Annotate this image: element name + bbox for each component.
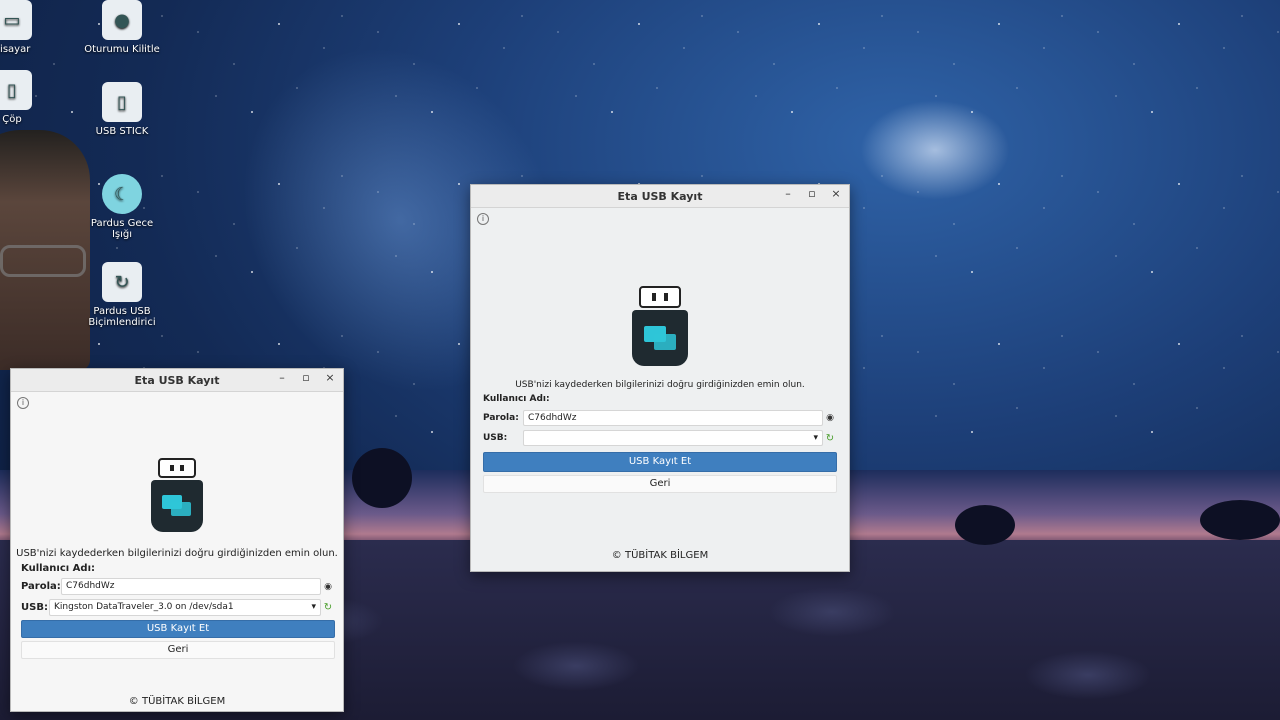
desktop-icon-night-light[interactable]: ☾ Pardus Gece Işığı xyxy=(80,174,164,240)
desktop-icon-computer[interactable]: ▭ gisayar xyxy=(0,0,54,55)
username-label: Kullanıcı Adı: xyxy=(483,394,550,404)
tree-left xyxy=(352,448,412,508)
instruction-text: USB'nizi kaydederken bilgilerinizi doğru… xyxy=(515,380,805,390)
password-field[interactable]: C76dhdWz xyxy=(523,410,823,426)
desktop-icon-label: Pardus USB Biçimlendirici xyxy=(88,306,156,328)
window-title: Eta USB Kayıt xyxy=(134,373,220,387)
desktop-icon-label: USB STICK xyxy=(95,126,149,137)
usb-label: USB: xyxy=(483,433,508,443)
trash-icon: ▯ xyxy=(0,70,32,110)
usb-dropdown[interactable]: Kingston DataTraveler_3.0 on /dev/sda1 ▾ xyxy=(49,599,321,616)
chevron-down-icon: ▾ xyxy=(813,433,818,443)
drive-icon: ▯ xyxy=(102,82,142,122)
info-icon[interactable]: i xyxy=(17,397,29,409)
desktop-icon-label: Çöp xyxy=(2,114,22,125)
glasses xyxy=(0,245,86,277)
username-label: Kullanıcı Adı: xyxy=(21,563,96,574)
usb-dropdown[interactable]: ▾ xyxy=(523,430,823,446)
usb-dropdown-value: Kingston DataTraveler_3.0 on /dev/sda1 xyxy=(54,602,234,612)
back-button[interactable]: Geri xyxy=(21,641,335,659)
eye-icon[interactable]: ◉ xyxy=(823,413,837,423)
minimize-button[interactable]: – xyxy=(275,371,289,384)
tree-right xyxy=(1200,500,1280,540)
minimize-button[interactable]: – xyxy=(781,187,795,200)
eye-icon[interactable]: ◉ xyxy=(321,582,335,592)
cloud xyxy=(860,100,1010,200)
desktop-icon-trash[interactable]: ▯ Çöp xyxy=(0,70,54,125)
close-button[interactable]: × xyxy=(829,187,843,200)
refresh-icon[interactable]: ↻ xyxy=(823,433,837,444)
lock-icon: ● xyxy=(102,0,142,40)
desktop-icon-label: Pardus Gece Işığı xyxy=(90,218,154,240)
usb-logo-icon xyxy=(151,458,203,532)
desktop-icon-usb-formatter[interactable]: ↻ Pardus USB Biçimlendirici xyxy=(80,262,164,328)
desktop-icon-label: gisayar xyxy=(0,44,31,55)
maximize-button[interactable]: ▫ xyxy=(805,187,819,200)
footer-copyright: © TÜBİTAK BİLGEM xyxy=(128,696,226,707)
maximize-button[interactable]: ▫ xyxy=(299,371,313,384)
titlebar: Eta USB Kayıt – ▫ × xyxy=(11,369,343,392)
moon-icon: ☾ xyxy=(102,174,142,214)
instruction-text: USB'nizi kaydederken bilgilerinizi doğru… xyxy=(16,548,338,559)
usb-label: USB: xyxy=(21,602,48,613)
window-title: Eta USB Kayıt xyxy=(617,189,703,203)
usb-register-window-large: Eta USB Kayıt – ▫ × i USB'nizi kaydederk… xyxy=(470,184,850,572)
usb-logo-icon xyxy=(632,286,688,366)
usb-register-button[interactable]: USB Kayıt Et xyxy=(21,620,335,638)
usb-register-button[interactable]: USB Kayıt Et xyxy=(483,452,837,472)
desktop-icon-lock-session[interactable]: ● Oturumu Kilitle xyxy=(80,0,164,55)
titlebar: Eta USB Kayıt – ▫ × xyxy=(471,185,849,208)
back-button[interactable]: Geri xyxy=(483,475,837,493)
usb-register-window-small: Eta USB Kayıt – ▫ × i USB'nizi kaydederk… xyxy=(10,368,344,712)
close-button[interactable]: × xyxy=(323,371,337,384)
desktop-icon-usb-stick[interactable]: ▯ USB STICK xyxy=(80,82,164,137)
desktop-icon-label: Oturumu Kilitle xyxy=(84,44,160,55)
usb-format-icon: ↻ xyxy=(102,262,142,302)
password-label: Parola: xyxy=(483,413,519,423)
tree-mid xyxy=(955,505,1015,545)
refresh-icon[interactable]: ↻ xyxy=(321,602,335,613)
password-label: Parola: xyxy=(21,581,61,592)
password-field[interactable]: C76dhdWz xyxy=(61,578,321,595)
chevron-down-icon: ▾ xyxy=(311,602,316,612)
info-icon[interactable]: i xyxy=(477,213,489,225)
footer-copyright: © TÜBİTAK BİLGEM xyxy=(611,550,709,561)
computer-icon: ▭ xyxy=(0,0,32,40)
